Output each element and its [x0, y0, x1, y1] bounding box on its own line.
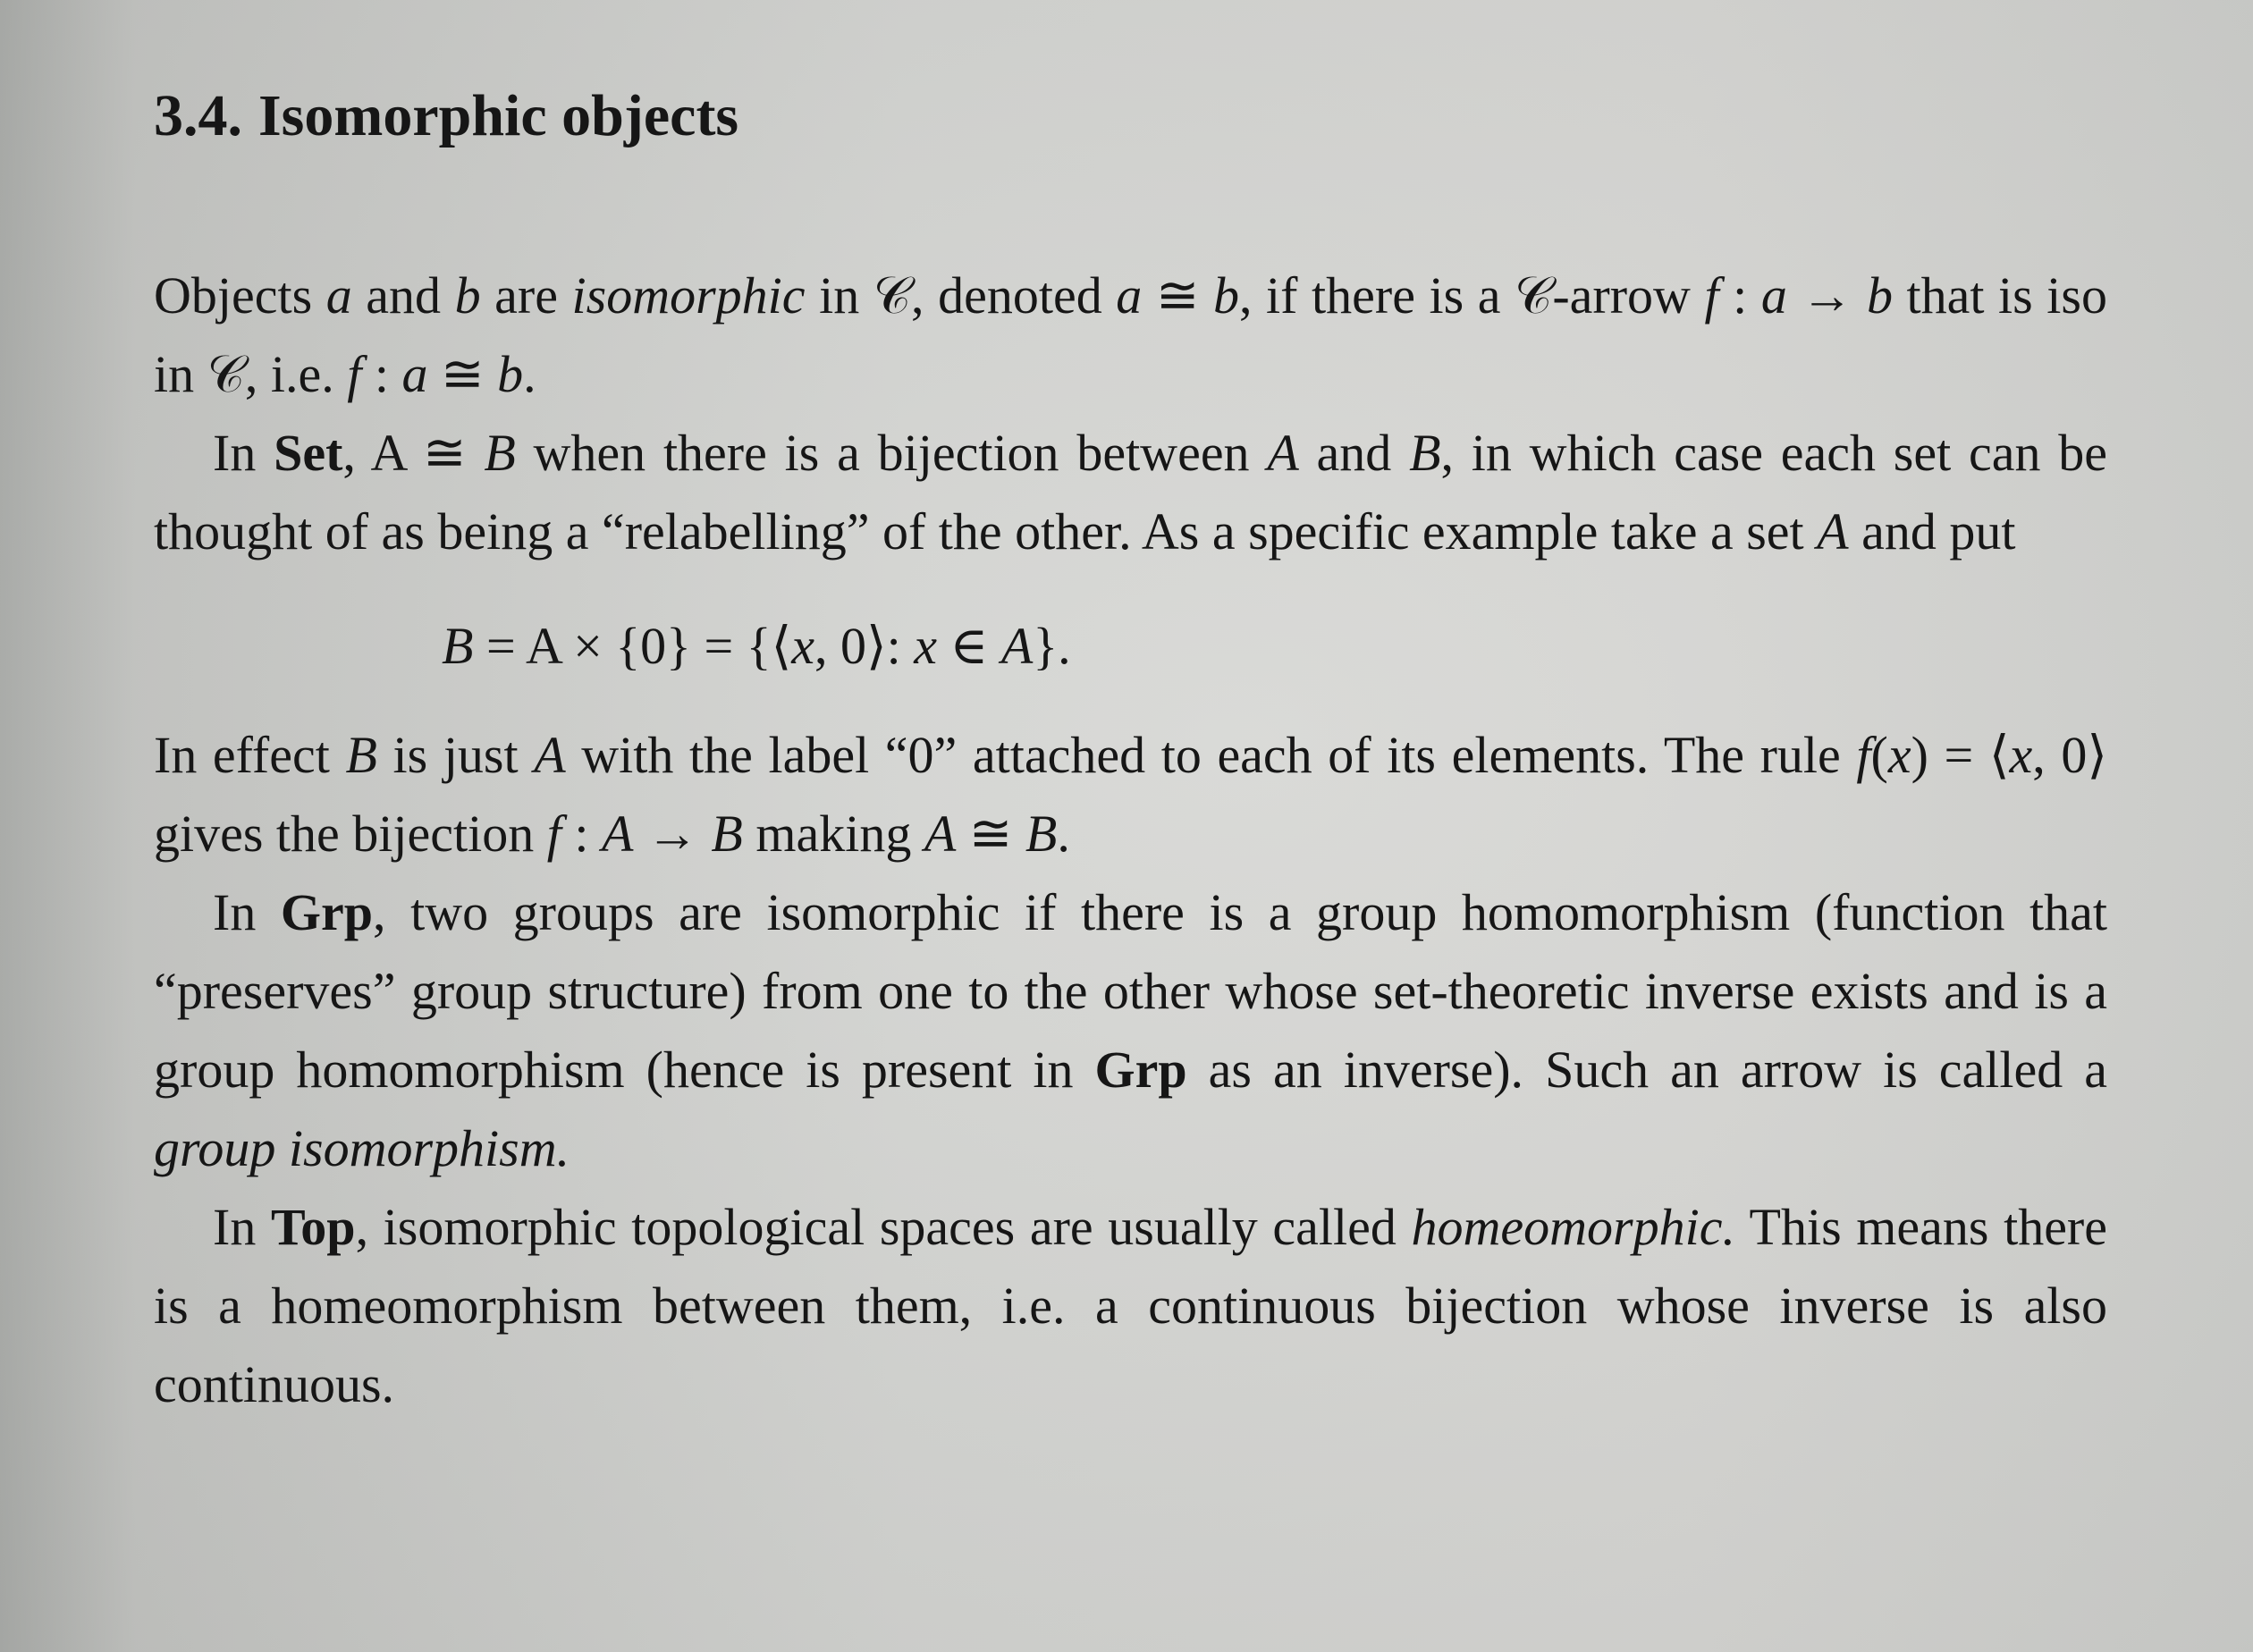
paragraph-top: In Top, isomorphic topological spaces ar… — [154, 1188, 2107, 1424]
text-run: A — [924, 805, 957, 864]
text-run: in 𝒞, denoted — [805, 266, 1117, 325]
text-run: b — [454, 266, 481, 325]
text-run: with the label “0” attached to each of i… — [565, 726, 1857, 785]
text-run: B — [1025, 805, 1058, 864]
text-run: , isomorphic topological spaces are usua… — [355, 1198, 1412, 1257]
text-run: and put — [1848, 502, 2016, 561]
text-run: , A ≅ — [342, 424, 485, 483]
text-run: and — [351, 266, 455, 325]
paragraph-grp: In Grp, two groups are isomorphic if the… — [154, 873, 2107, 1188]
text-run: ( — [1870, 726, 1888, 785]
text-run: group isomorphism. — [154, 1119, 570, 1178]
text-run: In — [213, 883, 281, 942]
text-run: B — [484, 424, 516, 483]
body-text: Objects a and b are isomorphic in 𝒞, den… — [154, 257, 2107, 1424]
text-run: . — [1057, 805, 1070, 864]
section-number: 3.4. — [154, 83, 242, 148]
text-run: }. — [1033, 617, 1071, 676]
text-run: B — [711, 805, 743, 864]
text-run: → — [633, 805, 712, 864]
text-run: B — [345, 726, 377, 785]
text-run: → — [1786, 266, 1867, 325]
text-run: A — [1267, 424, 1299, 483]
text-run: ∈ — [936, 617, 1001, 676]
text-run: , if there is a 𝒞-arrow — [1238, 266, 1705, 325]
text-run: x — [2009, 726, 2033, 785]
text-run: x — [914, 617, 937, 676]
text-run: , 0⟩: — [814, 617, 915, 676]
text-run: a — [325, 266, 352, 325]
text-run: as an inverse). Such an arrow is called … — [1186, 1041, 2107, 1100]
text-run: f — [1856, 726, 1871, 785]
text-run: : — [561, 805, 602, 864]
text-run: a — [1116, 266, 1143, 325]
text-run: a — [401, 345, 428, 404]
paragraph-set-example: In Set, A ≅ B when there is a bijection … — [154, 414, 2107, 571]
text-run: b — [497, 345, 524, 404]
text-run: In — [213, 424, 274, 483]
text-run: are — [480, 266, 572, 325]
text-run: : — [1718, 266, 1761, 325]
text-run: making — [742, 805, 924, 864]
text-run: In effect — [154, 726, 346, 785]
section-title: Isomorphic objects — [258, 83, 739, 148]
text-run: : — [361, 345, 402, 404]
text-run: ≅ — [956, 805, 1025, 864]
text-run: B — [1409, 424, 1441, 483]
display-equation: B = A × {0} = {⟨x, 0⟩: x ∈ A}. — [154, 607, 2107, 686]
text-run: ≅ — [427, 345, 498, 404]
text-run: isomorphic — [571, 266, 806, 325]
text-run: b — [1866, 266, 1893, 325]
text-run: when there is a bijection between — [515, 424, 1268, 483]
text-run: B — [442, 617, 474, 676]
text-run: x — [1887, 726, 1911, 785]
text-run: a — [1760, 266, 1787, 325]
text-run: ) = ⟨ — [1911, 726, 2010, 785]
paragraph-definition: Objects a and b are isomorphic in 𝒞, den… — [154, 257, 2107, 414]
text-run: Objects — [154, 266, 326, 325]
text-page: 3.4. Isomorphic objects Objects a and b a… — [154, 63, 2107, 1424]
text-run: ≅ — [1142, 266, 1213, 325]
text-run: A — [534, 726, 566, 785]
text-run: f — [1704, 266, 1719, 325]
text-run: Grp — [1094, 1041, 1187, 1100]
text-run: f — [347, 345, 362, 404]
text-run: f — [546, 805, 561, 864]
text-run: Set — [274, 424, 343, 483]
section-heading: 3.4. Isomorphic objects — [154, 80, 2107, 151]
text-run: . — [523, 345, 536, 404]
text-run: is just — [376, 726, 535, 785]
text-run: A — [1000, 617, 1034, 676]
text-run: and — [1298, 424, 1410, 483]
text-run: In — [213, 1198, 271, 1257]
text-run: b — [1212, 266, 1239, 325]
text-run: homeomorphic. — [1411, 1198, 1735, 1257]
text-run: Top — [270, 1198, 356, 1257]
paragraph-bijection: In effect B is just A with the label “0”… — [154, 716, 2107, 873]
text-run: A — [601, 805, 634, 864]
text-run: = A × {0} = {⟨ — [473, 617, 792, 676]
text-run: x — [791, 617, 814, 676]
text-run: A — [1817, 502, 1849, 561]
text-run: Grp — [280, 883, 374, 942]
